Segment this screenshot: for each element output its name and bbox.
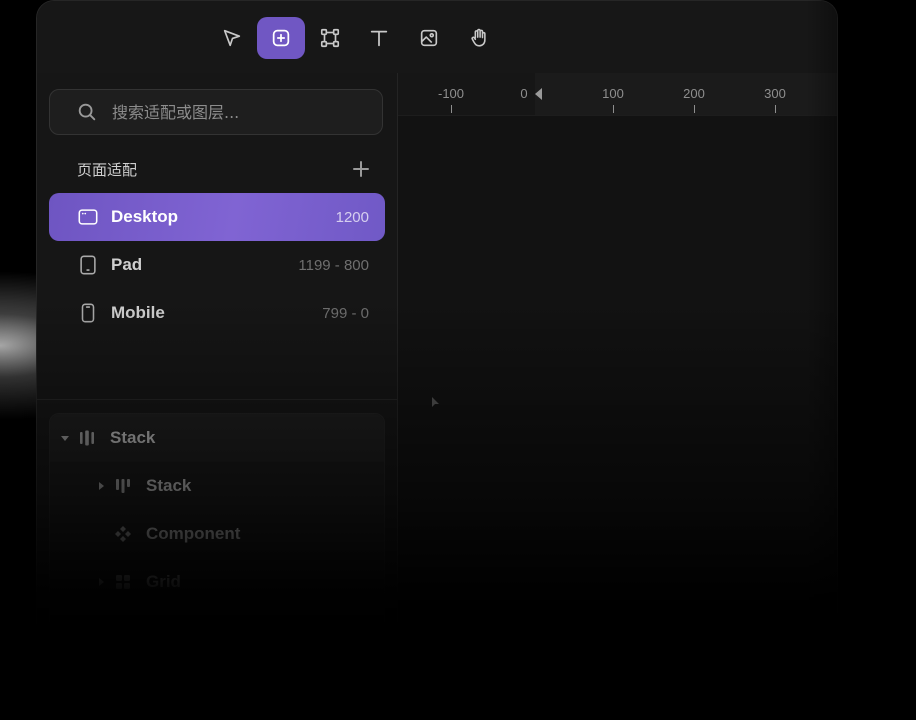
image-tool-button[interactable] (405, 17, 453, 59)
search-input[interactable] (110, 101, 354, 123)
breakpoint-mobile[interactable]: Mobile 799 - 0 (49, 289, 385, 337)
breakpoint-range: 1200 (335, 208, 369, 226)
breakpoint-range: 1199 - 800 (298, 256, 369, 274)
add-breakpoint-button[interactable] (349, 157, 373, 181)
hand-icon (471, 28, 486, 47)
design-canvas[interactable]: -100 0 100 200 300 (398, 73, 837, 720)
grid-icon (116, 575, 130, 589)
text-t-icon (370, 30, 388, 47)
search-box[interactable] (49, 89, 383, 135)
layer-item[interactable]: Component (50, 510, 384, 558)
stack-icon (116, 479, 130, 493)
breakpoint-label: Pad (111, 255, 143, 274)
ruler-tick (451, 105, 452, 113)
section-title: 页面适配 (77, 161, 138, 179)
ruler-tick (613, 105, 614, 113)
tablet-icon (80, 255, 96, 275)
breakpoint-pad[interactable]: Pad 1199 - 800 (49, 241, 385, 289)
desktop-icon (78, 209, 98, 225)
image-icon (420, 29, 438, 47)
cursor-arrow-icon (223, 29, 241, 47)
breakpoint-label: Desktop (111, 207, 179, 226)
component-icon (115, 526, 131, 542)
ruler-label: -100 (437, 86, 465, 101)
ruler-label: 0 (520, 86, 528, 101)
plus-icon (353, 161, 369, 177)
ruler-tick (775, 105, 776, 113)
breakpoint-range: 799 - 0 (322, 304, 369, 322)
editor-window: 页面适配 Desktop 1200 Pad 1199 - 800 Mobile … (36, 0, 838, 720)
mouse-pointer-icon (432, 397, 439, 407)
stage: 页面适配 Desktop 1200 Pad 1199 - 800 Mobile … (0, 0, 916, 720)
sidebar-divider (37, 399, 397, 400)
caret-right-icon (99, 578, 104, 586)
layer-label: Stack (146, 476, 192, 495)
ruler-label: 100 (602, 86, 624, 101)
frame-tool-button[interactable] (257, 17, 305, 59)
mobile-icon (81, 303, 95, 323)
top-toolbar (37, 1, 837, 74)
layers-panel: Stack Stack Component Grid (49, 413, 385, 713)
caret-down-icon (61, 436, 69, 441)
select-tool-button[interactable] (208, 17, 256, 59)
layer-item[interactable]: Stack (50, 462, 384, 510)
left-sidebar: 页面适配 Desktop 1200 Pad 1199 - 800 Mobile … (37, 73, 398, 720)
text-tool-button[interactable] (355, 17, 403, 59)
shape-tool-button[interactable] (306, 17, 354, 59)
bounding-box-icon (320, 28, 340, 48)
ruler-label: 300 (764, 86, 786, 101)
breakpoint-desktop[interactable]: Desktop 1200 (49, 193, 385, 241)
ruler-origin-marker[interactable] (535, 88, 542, 100)
layer-item[interactable]: Stack (50, 414, 384, 462)
stack-icon (80, 430, 94, 446)
layer-label: Stack (110, 428, 156, 447)
layer-label: Component (146, 524, 241, 543)
ruler-tick (694, 105, 695, 113)
horizontal-ruler: -100 0 100 200 300 (398, 73, 837, 116)
plus-square-icon (272, 29, 290, 47)
breakpoint-label: Mobile (111, 303, 165, 322)
hand-tool-button[interactable] (455, 17, 503, 59)
layer-item[interactable]: Grid (50, 558, 384, 606)
caret-right-icon (99, 482, 104, 490)
ruler-label: 200 (683, 86, 705, 101)
search-icon (78, 103, 96, 121)
layer-label: Grid (146, 572, 181, 591)
